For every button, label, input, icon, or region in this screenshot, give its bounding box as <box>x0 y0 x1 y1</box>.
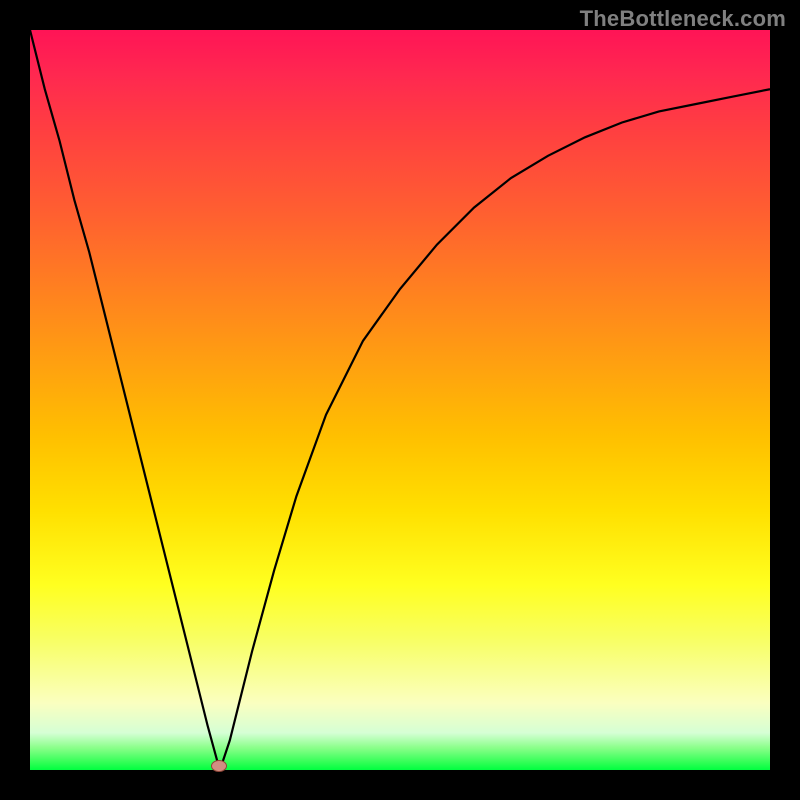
plot-area <box>30 30 770 770</box>
curve-layer <box>30 30 770 770</box>
watermark-text: TheBottleneck.com <box>580 6 786 32</box>
minimum-marker <box>211 760 227 772</box>
bottleneck-curve <box>30 30 770 766</box>
chart-frame: TheBottleneck.com <box>0 0 800 800</box>
